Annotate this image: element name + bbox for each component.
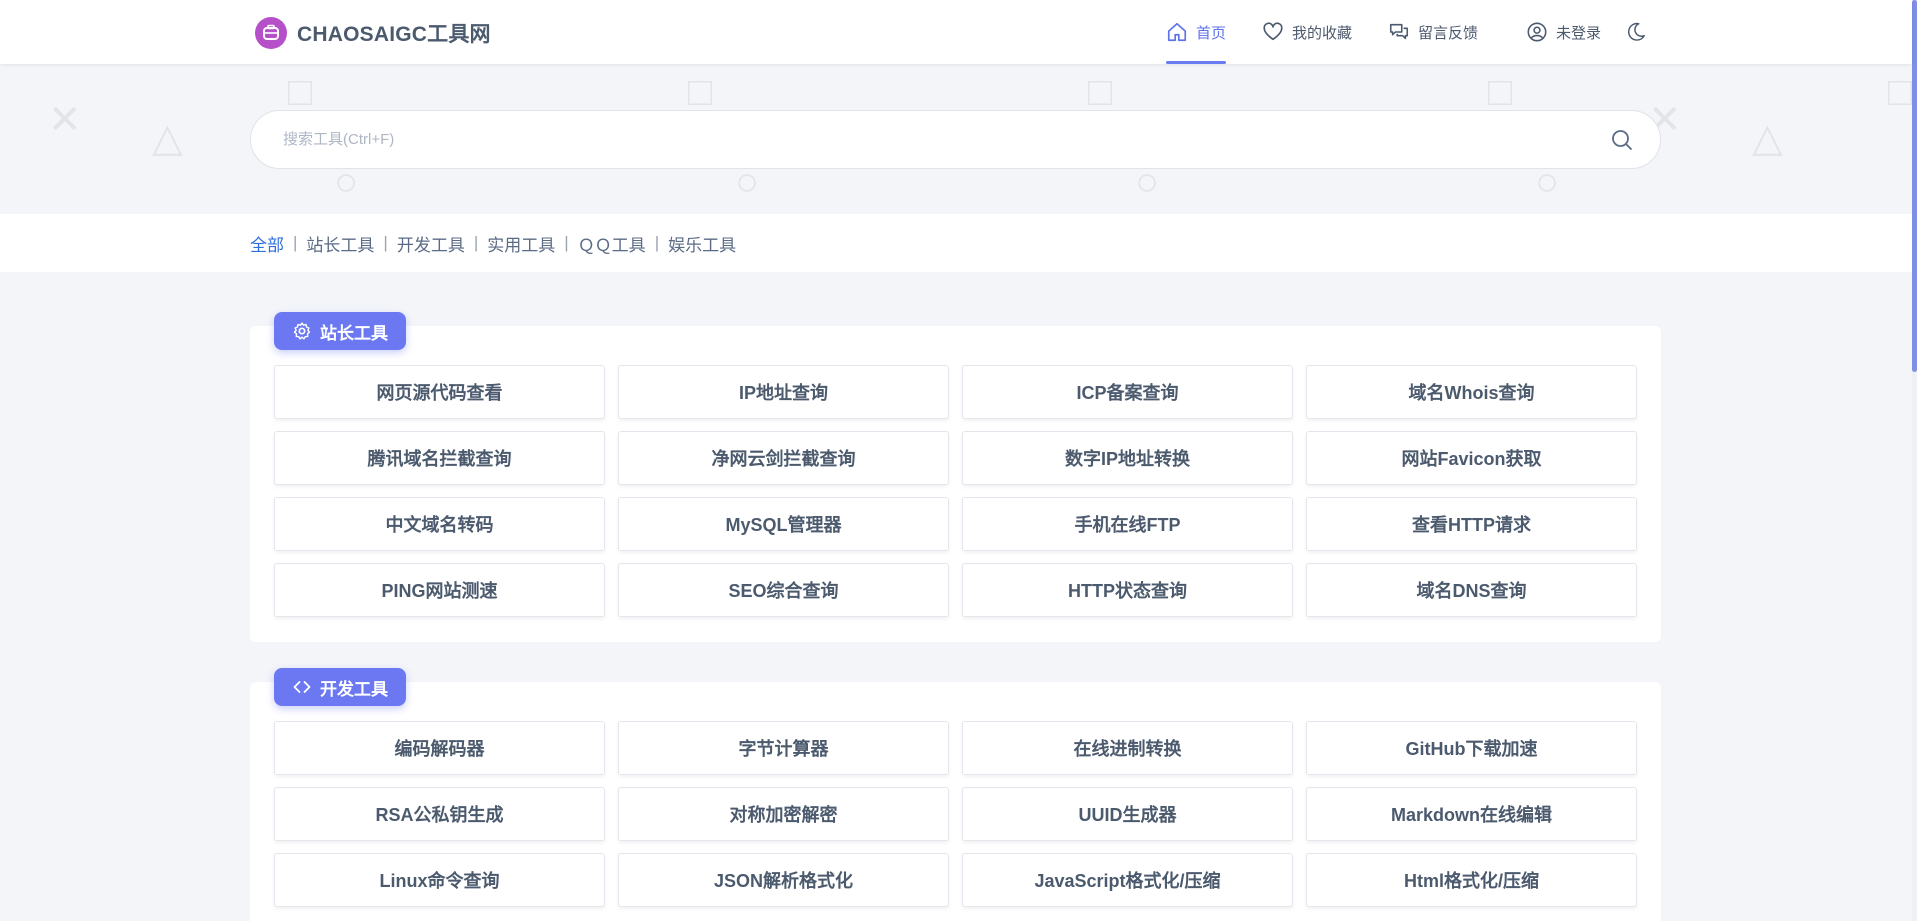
tool-card[interactable]: 域名DNS查询 (1306, 563, 1637, 617)
tool-card[interactable]: 网页源代码查看 (274, 365, 605, 419)
category-dev[interactable]: 开发工具 (397, 231, 465, 256)
home-icon (1167, 22, 1187, 42)
category-webmaster[interactable]: 站长工具 (306, 231, 374, 256)
tool-card[interactable]: SEO综合查询 (618, 563, 949, 617)
user-icon (1527, 22, 1547, 42)
tool-grid: 网页源代码查看 IP地址查询 ICP备案查询 域名Whois查询 腾讯域名拦截查… (274, 365, 1637, 617)
tool-card[interactable]: 域名Whois查询 (1306, 365, 1637, 419)
tool-card[interactable]: JavaScript格式化/压缩 (962, 853, 1293, 907)
tool-grid: 编码解码器 字节计算器 在线进制转换 GitHub下载加速 RSA公私钥生成 对… (274, 721, 1637, 907)
tool-card[interactable]: 查看HTTP请求 (1306, 497, 1637, 551)
nav-login-label: 未登录 (1556, 24, 1602, 42)
section-title-label: 站长工具 (320, 323, 388, 343)
section-dev-tools: 开发工具 编码解码器 字节计算器 在线进制转换 GitHub下载加速 RSA公私… (250, 668, 1661, 921)
tool-card[interactable]: Linux命令查询 (274, 853, 605, 907)
tool-card[interactable]: 网站Favicon获取 (1306, 431, 1637, 485)
search-bar[interactable] (250, 110, 1661, 169)
tool-card[interactable]: UUID生成器 (962, 787, 1293, 841)
category-qq[interactable]: ＱＱ工具 (578, 231, 646, 256)
main-nav: 首页 我的收藏 留言反馈 未登录 (1160, 0, 1653, 64)
tool-card[interactable]: IP地址查询 (618, 365, 949, 419)
tool-card[interactable]: 净网云剑拦截查询 (618, 431, 949, 485)
decor-triangle-icon: △ (1752, 116, 1783, 160)
category-separator: | (654, 233, 660, 252)
category-separator: | (473, 233, 479, 252)
decor-square-icon: □ (1888, 70, 1912, 114)
tool-card[interactable]: Markdown在线编辑 (1306, 787, 1637, 841)
nav-favorites-label: 我的收藏 (1292, 24, 1353, 42)
top-header: CHAOSAIGC工具网 首页 我的收藏 留言反馈 未登录 (0, 0, 1912, 64)
nav-feedback[interactable]: 留言反馈 (1382, 0, 1484, 64)
moon-icon (1628, 22, 1646, 41)
tool-card[interactable]: MySQL管理器 (618, 497, 949, 551)
scrollbar-thumb[interactable] (1912, 0, 1917, 372)
tool-card[interactable]: 字节计算器 (618, 721, 949, 775)
decor-square-icon: □ (1488, 70, 1513, 114)
nav-login[interactable]: 未登录 (1520, 0, 1607, 64)
nav-favorites[interactable]: 我的收藏 (1256, 0, 1358, 64)
tool-card[interactable]: PING网站测速 (274, 563, 605, 617)
tool-card[interactable]: 在线进制转换 (962, 721, 1293, 775)
search-input[interactable] (283, 131, 1610, 148)
nav-home[interactable]: 首页 (1160, 0, 1232, 64)
search-icon[interactable] (1610, 128, 1634, 152)
tool-card[interactable]: Html格式化/压缩 (1306, 853, 1637, 907)
tool-card[interactable]: ICP备案查询 (962, 365, 1293, 419)
category-separator: | (293, 233, 298, 252)
tool-card[interactable]: RSA公私钥生成 (274, 787, 605, 841)
heart-icon (1263, 22, 1283, 41)
section-title: 站长工具 (274, 312, 406, 350)
decor-square-icon: □ (288, 70, 313, 114)
theme-toggle[interactable] (1619, 0, 1653, 64)
tool-card[interactable]: HTTP状态查询 (962, 563, 1293, 617)
tool-card[interactable]: 数字IP地址转换 (962, 431, 1293, 485)
section-title-label: 开发工具 (320, 679, 388, 699)
site-title: CHAOSAIGC工具网 (297, 23, 491, 46)
category-utility[interactable]: 实用工具 (487, 231, 555, 256)
section-webmaster-tools: 站长工具 网页源代码查看 IP地址查询 ICP备案查询 域名Whois查询 腾讯… (250, 312, 1661, 642)
decor-triangle-icon: △ (152, 116, 183, 160)
decor-square-icon: □ (1088, 70, 1113, 114)
page-scrollbar[interactable] (1912, 0, 1917, 921)
category-all[interactable]: 全部 (250, 231, 284, 256)
gear-icon (293, 322, 311, 340)
tool-card[interactable]: JSON解析格式化 (618, 853, 949, 907)
code-icon (293, 681, 311, 693)
chat-icon (1390, 23, 1409, 40)
decor-cross-icon: ✕ (48, 98, 82, 142)
nav-feedback-label: 留言反馈 (1418, 24, 1479, 42)
tool-card[interactable]: 中文域名转码 (274, 497, 605, 551)
tool-card[interactable]: GitHub下载加速 (1306, 721, 1637, 775)
tool-card[interactable]: 手机在线FTP (962, 497, 1293, 551)
category-fun[interactable]: 娱乐工具 (668, 231, 736, 256)
search-hero: ✕ □ △ ○ □ ○ □ ○ □ ○ ✕ △ □ (0, 64, 1912, 214)
category-separator: | (564, 233, 569, 252)
toolbox-icon (255, 17, 287, 49)
nav-home-label: 首页 (1196, 24, 1227, 42)
tool-card[interactable]: 对称加密解密 (618, 787, 949, 841)
decor-square-icon: □ (688, 70, 713, 114)
tool-card[interactable]: 腾讯域名拦截查询 (274, 431, 605, 485)
category-separator: | (383, 233, 388, 252)
tool-card[interactable]: 编码解码器 (274, 721, 605, 775)
site-logo[interactable]: CHAOSAIGC工具网 (255, 17, 491, 49)
section-title: 开发工具 (274, 668, 406, 706)
category-filter: 全部 | 站长工具 | 开发工具 | 实用工具 | ＱＱ工具 | 娱乐工具 (0, 214, 1912, 272)
